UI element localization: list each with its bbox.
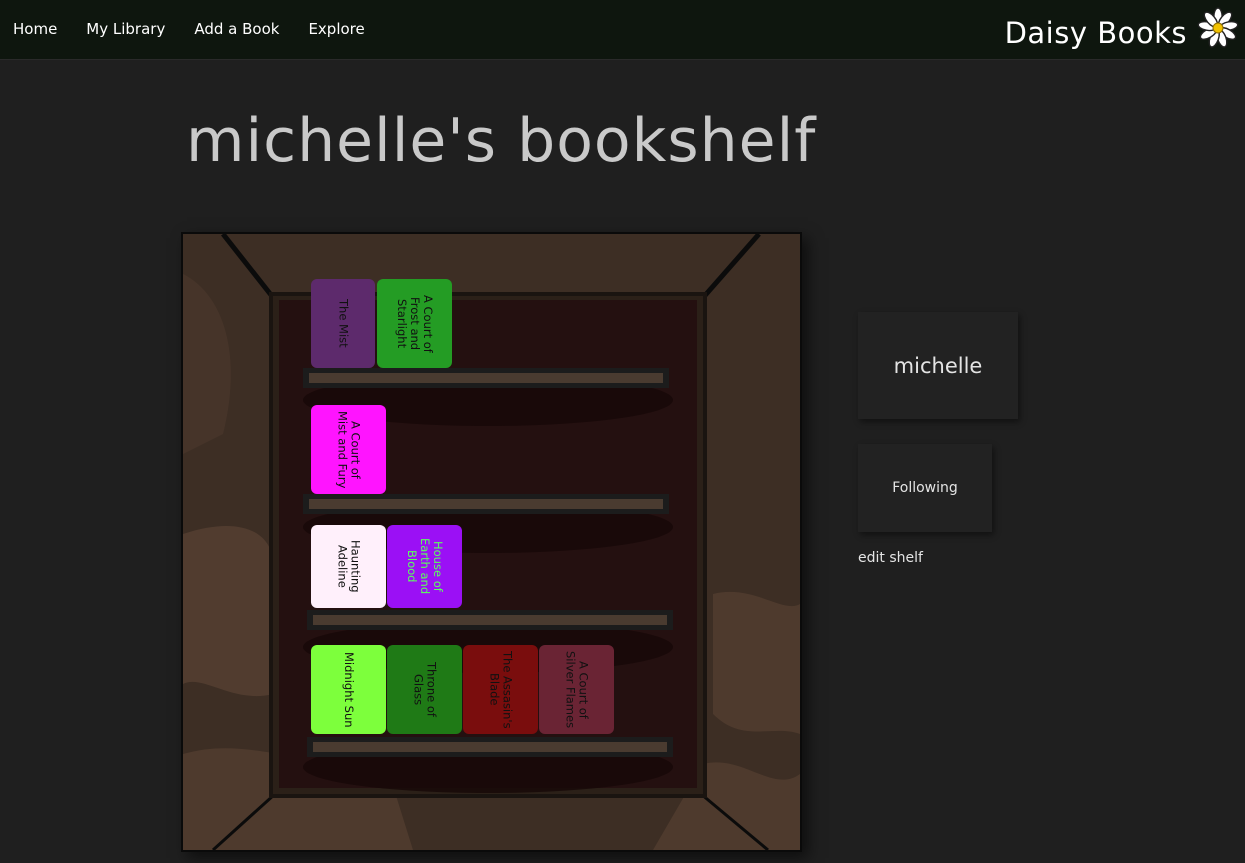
bookshelf: The Mist A Court of Frost and Starlight … [181, 232, 802, 852]
nav-home-link[interactable]: Home [13, 20, 57, 38]
book-a-court-of-silver-flames[interactable]: A Court of Silver Flames [539, 645, 614, 734]
shelf-board-3 [307, 610, 673, 630]
shelf-board-2 [303, 494, 669, 514]
book-title: Haunting Adeline [335, 540, 363, 593]
daisy-icon [1197, 7, 1239, 48]
book-title: The Mist [336, 299, 351, 348]
book-title: The Assasin's Blade [487, 650, 515, 729]
book-title: House of Earth and Blood [405, 538, 445, 595]
book-title: Midnight Sun [342, 651, 356, 728]
book-house-of-earth-and-blood[interactable]: House of Earth and Blood [387, 525, 462, 608]
top-nav: Home My Library Add a Book Explore Daisy… [0, 0, 1245, 60]
username: michelle [893, 353, 983, 378]
nav-my-library-link[interactable]: My Library [86, 20, 165, 38]
nav-links: Home My Library Add a Book Explore [13, 20, 394, 38]
shelf-board-1 [303, 368, 669, 388]
following-button[interactable]: Following [858, 444, 992, 532]
nav-explore-link[interactable]: Explore [308, 20, 364, 38]
book-title: A Court of Mist and Fury [335, 410, 363, 489]
book-haunting-adeline[interactable]: Haunting Adeline [311, 525, 386, 608]
nav-add-book-link[interactable]: Add a Book [194, 20, 279, 38]
shelf-board-4 [307, 737, 673, 757]
book-a-court-of-mist-and-fury[interactable]: A Court of Mist and Fury [311, 405, 386, 494]
book-the-assasins-blade[interactable]: The Assasin's Blade [463, 645, 538, 734]
user-card[interactable]: michelle [858, 312, 1018, 419]
book-title: Throne of Glass [411, 662, 439, 717]
book-throne-of-glass[interactable]: Throne of Glass [387, 645, 462, 734]
brand-name: Daisy Books [1004, 16, 1187, 50]
book-the-mist[interactable]: The Mist [311, 279, 375, 368]
edit-shelf-link[interactable]: edit shelf [858, 550, 923, 566]
book-a-court-of-frost-and-starlight[interactable]: A Court of Frost and Starlight [377, 279, 452, 368]
bookshelf-background [183, 234, 800, 850]
book-title: A Court of Silver Flames [563, 650, 591, 729]
book-midnight-sun[interactable]: Midnight Sun [311, 645, 386, 734]
page-title: michelle's bookshelf [186, 106, 817, 176]
brand[interactable]: Daisy Books [1005, 6, 1239, 50]
book-title: A Court of Frost and Starlight [395, 294, 435, 353]
